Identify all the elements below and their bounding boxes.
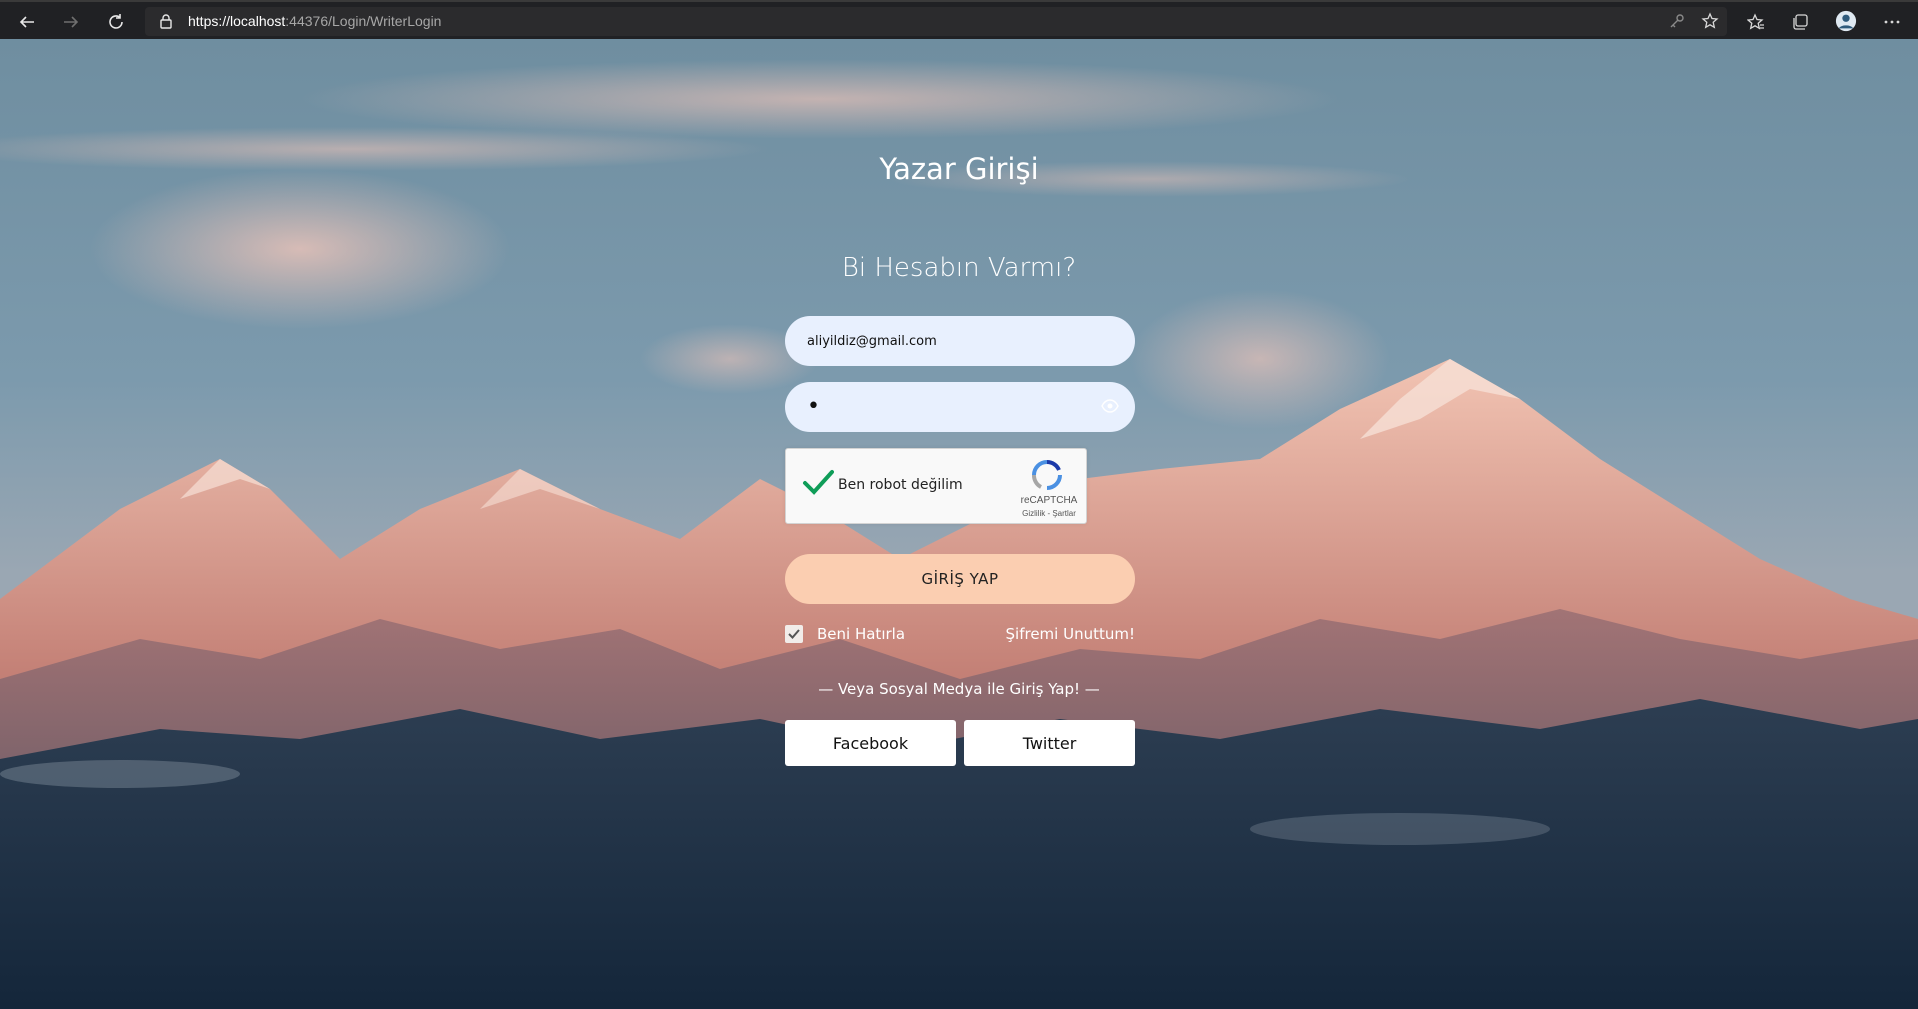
back-icon[interactable]	[15, 10, 39, 34]
collections-icon[interactable]	[1788, 10, 1812, 34]
recaptcha-terms-link[interactable]: Gizlilik - Şartlar	[1016, 509, 1082, 518]
twitter-login-button[interactable]: Twitter	[964, 720, 1135, 766]
profile-avatar[interactable]	[1834, 9, 1858, 33]
login-subtitle: Bi Hesabın Varmı?	[841, 253, 1077, 283]
remember-checkbox[interactable]	[785, 625, 803, 643]
password-field[interactable]: •	[785, 382, 1135, 432]
checkmark-icon[interactable]	[802, 469, 834, 497]
login-panel: Yazar Girişi Bi Hesabın Varmı? aliyildiz…	[0, 39, 1918, 1009]
recaptcha-logo-icon	[1032, 460, 1062, 490]
more-icon[interactable]	[1880, 10, 1904, 34]
captcha-label: Ben robot değilim	[838, 477, 963, 493]
favorites-icon[interactable]	[1744, 10, 1768, 34]
email-value: aliyildiz@gmail.com	[807, 333, 937, 349]
remember-me[interactable]: Beni Hatırla	[785, 625, 905, 643]
login-button[interactable]: GİRİŞ YAP	[785, 554, 1135, 604]
page-title: Yazar Girişi	[879, 152, 1039, 186]
social-login-caption: — Veya Sosyal Medya ile Giriş Yap! —	[818, 680, 1100, 698]
forgot-password-link[interactable]: Şifremi Unuttum!	[985, 625, 1135, 643]
recaptcha-brand: reCAPTCHA	[1020, 495, 1078, 506]
address-bar[interactable]: https://localhost:44376/Login/WriterLogi…	[145, 7, 1727, 36]
password-value: •	[807, 394, 820, 419]
add-favorite-icon[interactable]	[1698, 9, 1722, 33]
refresh-icon[interactable]	[104, 10, 128, 34]
lock-icon	[160, 14, 172, 29]
remember-label: Beni Hatırla	[817, 625, 906, 643]
facebook-login-button[interactable]: Facebook	[785, 720, 956, 766]
browser-toolbar: https://localhost:44376/Login/WriterLogi…	[0, 0, 1918, 39]
forward-icon[interactable]	[59, 10, 83, 34]
url-text: https://localhost:44376/Login/WriterLogi…	[188, 13, 442, 29]
check-icon	[788, 629, 800, 639]
eye-icon[interactable]	[1101, 399, 1119, 413]
email-field[interactable]: aliyildiz@gmail.com	[785, 316, 1135, 366]
recaptcha-widget[interactable]: Ben robot değilim reCAPTCHA Gizlilik - Ş…	[785, 448, 1087, 524]
key-icon[interactable]	[1665, 9, 1689, 33]
